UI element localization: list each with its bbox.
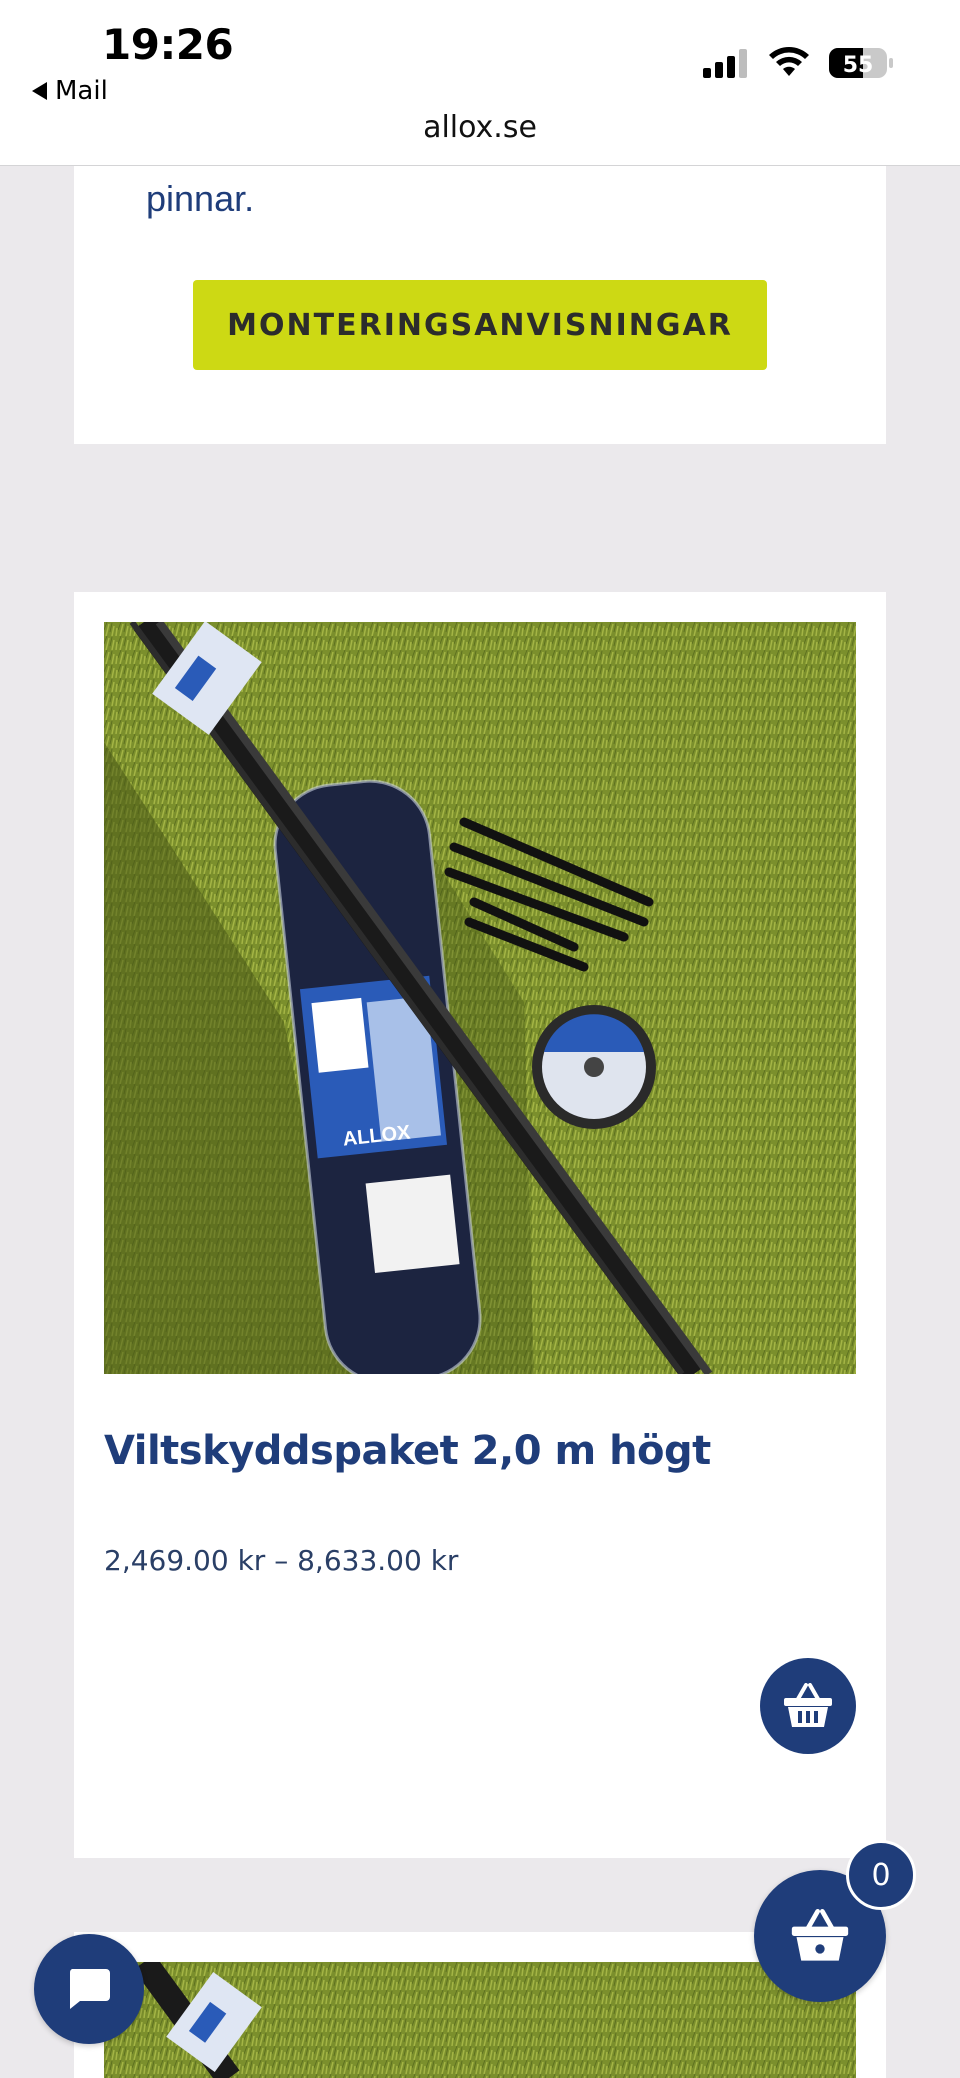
status-time: 19:26 [102, 20, 234, 69]
add-to-cart-button[interactable] [760, 1658, 856, 1754]
product-price-range: 2,469.00 kr – 8,633.00 kr [104, 1544, 459, 1577]
basket-icon [784, 1683, 832, 1727]
back-to-mail-button[interactable]: Mail [32, 76, 108, 106]
back-triangle-icon [32, 82, 47, 100]
installation-instructions-button[interactable]: MONTERINGSANVISNINGAR [193, 280, 767, 370]
product-image[interactable]: ALLOX [104, 622, 856, 1374]
product-title[interactable]: Viltskyddspaket 2,0 m högt [104, 1428, 711, 1474]
url-bar[interactable]: allox.se [0, 110, 960, 145]
product-photo-illustration: ALLOX [104, 622, 856, 1374]
installation-card: pinnar. MONTERINGSANVISNINGAR [74, 166, 886, 444]
basket-icon [791, 1909, 849, 1961]
battery-icon: 55 [829, 48, 893, 78]
next-product-image[interactable] [104, 1962, 856, 2078]
chat-bubble-icon [69, 1969, 110, 2009]
battery-level: 55 [843, 53, 874, 78]
product-card: ALLOX Viltskyddspaket 2,0 m högt 2,469.0… [74, 592, 886, 1858]
cellular-signal-icon [703, 49, 747, 78]
browser-top-bar: 19:26 Mail 55 allox.se [0, 0, 960, 166]
back-label: Mail [55, 76, 108, 106]
cart-count-badge: 0 [846, 1840, 916, 1910]
description-text-fragment: pinnar. [146, 178, 255, 219]
chat-button[interactable] [34, 1934, 144, 2044]
next-product-photo-illustration [104, 1962, 856, 2078]
wifi-icon [769, 47, 809, 76]
